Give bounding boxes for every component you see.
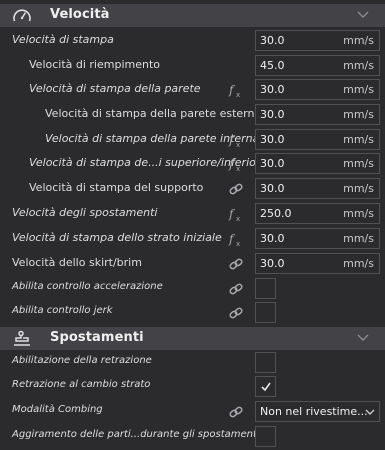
outer-wall-speed-input[interactable]: 30.0 mm/s (255, 104, 380, 125)
svg-text:x: x (236, 240, 240, 247)
speed-section-header[interactable]: Velocità (0, 4, 385, 27)
checkmark-icon (261, 382, 271, 392)
setting-row-wall-speed: Velocità di stampa della parete f x 30.0… (0, 78, 385, 102)
field-value: 30.0 (260, 108, 285, 121)
jerk-control-checkbox[interactable] (255, 302, 276, 323)
setting-row-print-speed: Velocità di stampa 30.0 mm/s (0, 29, 385, 53)
field-value: 45.0 (260, 59, 285, 72)
setting-label: Abilita controllo jerk (12, 305, 113, 316)
wall-speed-input[interactable]: 30.0 mm/s (255, 79, 380, 100)
field-value: 30.0 (260, 83, 285, 96)
setting-row-support-speed: Velocità di stampa del supporto 30.0 mm/… (0, 177, 385, 201)
function-icon[interactable]: f x (228, 156, 244, 172)
setting-label: Velocità di stampa del supporto (29, 181, 204, 194)
field-value: 30.0 (260, 232, 285, 245)
setting-row-combing-mode: Modalità Combing Non nel rivestime... (0, 400, 385, 424)
field-unit: mm/s (343, 157, 374, 170)
acceleration-control-checkbox[interactable] (255, 278, 276, 299)
avoid-printed-parts-checkbox[interactable] (255, 426, 276, 447)
field-unit: mm/s (343, 133, 374, 146)
setting-row-retraction-layer-change: Retrazione al cambio strato (0, 375, 385, 399)
setting-label: Velocità dello skirt/brim (12, 256, 142, 269)
setting-label: Velocità di stampa (12, 33, 114, 46)
setting-label: Velocità di stampa della parete esterna (45, 107, 262, 120)
link-icon[interactable] (228, 404, 244, 420)
support-speed-input[interactable]: 30.0 mm/s (255, 178, 380, 199)
setting-row-travel-speed: Velocità degli spostamenti f x 250.0 mm/… (0, 202, 385, 226)
setting-row-outer-wall-speed: Velocità di stampa della parete esterna … (0, 103, 385, 127)
setting-row-infill-speed: Velocità di riempimento 45.0 mm/s (0, 54, 385, 78)
field-unit: mm/s (343, 108, 374, 121)
field-unit: mm/s (343, 207, 374, 220)
field-unit: mm/s (343, 34, 374, 47)
infill-speed-input[interactable]: 45.0 mm/s (255, 55, 380, 76)
svg-text:f: f (228, 157, 236, 171)
travel-section-title: Spostamenti (50, 330, 144, 345)
svg-text:x: x (236, 215, 240, 222)
setting-row-retraction-enable: Abilitazione della retrazione (0, 351, 385, 375)
function-icon[interactable]: f x (228, 206, 244, 222)
field-unit: mm/s (343, 83, 374, 96)
settings-panel: Velocità Velocità di stampa 30.0 mm/s Ve… (0, 0, 385, 450)
function-icon[interactable]: f x (228, 231, 244, 247)
svg-text:x: x (236, 165, 240, 172)
setting-label: Velocità di stampa dello strato iniziale (12, 231, 222, 244)
field-unit: mm/s (343, 257, 374, 270)
select-value: Non nel rivestime... (260, 405, 368, 418)
setting-row-acceleration-control: Abilita controllo accelerazione (0, 277, 385, 301)
field-unit: mm/s (343, 182, 374, 195)
speed-section-title: Velocità (50, 7, 110, 22)
skirt-brim-speed-input[interactable]: 30.0 mm/s (255, 253, 380, 274)
function-icon[interactable]: f x (228, 82, 244, 98)
setting-row-topbottom-speed: Velocità di stampa de...i superiore/infe… (0, 152, 385, 176)
field-value: 30.0 (260, 257, 285, 270)
chevron-down-icon[interactable] (357, 10, 369, 20)
field-unit: mm/s (343, 232, 374, 245)
field-value: 30.0 (260, 133, 285, 146)
svg-text:f: f (228, 232, 236, 246)
svg-text:f: f (228, 207, 236, 221)
field-value: 30.0 (260, 182, 285, 195)
svg-text:x: x (236, 141, 240, 148)
setting-label: Velocità degli spostamenti (12, 206, 158, 219)
topbottom-speed-input[interactable]: 30.0 mm/s (255, 153, 380, 174)
setting-row-inner-wall-speed: Velocità di stampa della parete interna … (0, 128, 385, 152)
setting-label: Velocità di riempimento (29, 58, 161, 71)
svg-text:x: x (236, 91, 240, 98)
chevron-down-icon[interactable] (357, 333, 369, 343)
speedometer-icon (13, 9, 31, 22)
travel-icon (14, 330, 30, 346)
chevron-down-icon (365, 409, 375, 415)
field-value: 30.0 (260, 34, 285, 47)
setting-row-skirt-brim-speed: Velocità dello skirt/brim 30.0 mm/s (0, 252, 385, 276)
svg-text:f: f (228, 83, 236, 97)
field-unit: mm/s (343, 59, 374, 72)
initial-layer-speed-input[interactable]: 30.0 mm/s (255, 228, 380, 249)
setting-label: Abilitazione della retrazione (12, 355, 152, 366)
field-value: 250.0 (260, 207, 292, 220)
function-icon[interactable]: f x (228, 132, 244, 148)
print-speed-input[interactable]: 30.0 mm/s (255, 30, 380, 51)
setting-label: Velocità di stampa della parete (29, 82, 201, 95)
link-icon[interactable] (228, 181, 244, 197)
retraction-layer-change-checkbox[interactable] (255, 376, 276, 397)
link-icon[interactable] (228, 305, 244, 321)
setting-label: Aggiramento delle parti...durante gli sp… (12, 429, 260, 440)
setting-row-jerk-control: Abilita controllo jerk (0, 301, 385, 325)
setting-row-initial-layer-speed: Velocità di stampa dello strato iniziale… (0, 227, 385, 251)
combing-mode-select[interactable]: Non nel rivestime... (255, 401, 380, 422)
link-icon[interactable] (228, 256, 244, 272)
setting-row-avoid-printed-parts: Aggiramento delle parti...durante gli sp… (0, 425, 385, 449)
setting-label: Modalità Combing (12, 404, 103, 415)
travel-speed-input[interactable]: 250.0 mm/s (255, 203, 380, 224)
svg-text:f: f (228, 133, 236, 147)
link-icon[interactable] (228, 281, 244, 297)
field-value: 30.0 (260, 157, 285, 170)
inner-wall-speed-input[interactable]: 30.0 mm/s (255, 129, 380, 150)
retraction-enable-checkbox[interactable] (255, 352, 276, 373)
travel-section-header[interactable]: Spostamenti (0, 327, 385, 350)
setting-label: Retrazione al cambio strato (12, 379, 151, 390)
setting-label: Abilita controllo accelerazione (12, 281, 163, 292)
